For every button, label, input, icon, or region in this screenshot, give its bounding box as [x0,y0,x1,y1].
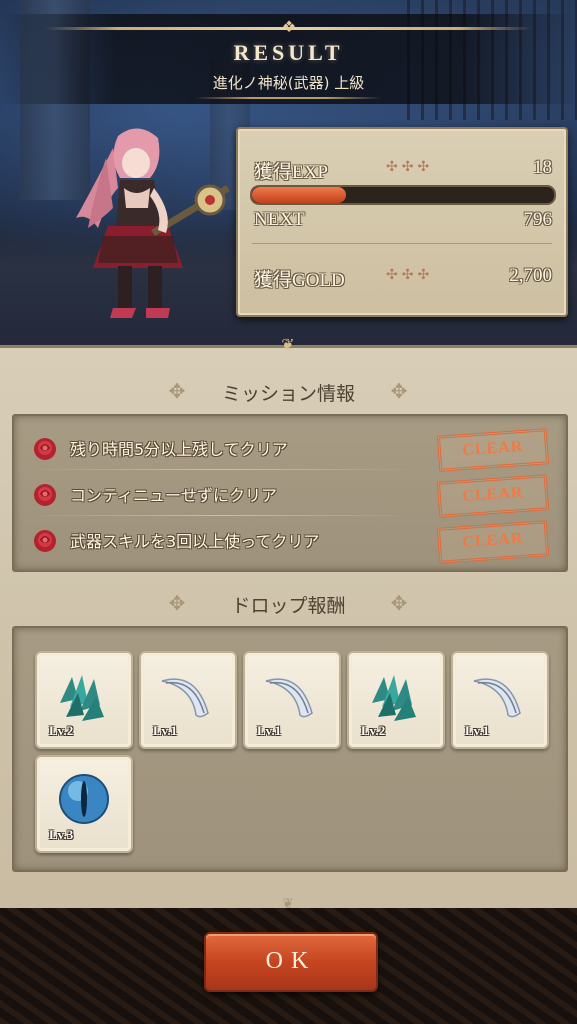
stage-name: 進化ノ神秘(武器) 上級 [212,74,365,92]
drop-heading: ドロップ報酬 [231,595,346,617]
rose-icon [34,530,56,552]
gold-cross-ornament-icon: ✣✣✣ [386,268,434,283]
result-title: RESULT [233,40,344,65]
divider-ornament-icon: ❦ [281,335,295,354]
gold-label: 獲得GOLD [254,270,345,291]
exp-progress-fill [252,187,346,203]
feather-icon [161,678,209,718]
mission-item: 武器スキルを3回以上使ってクリア CLEAR [14,518,566,564]
mission-text: コンティニューせずにクリア [70,486,278,505]
drop-item[interactable]: Lv.2 [35,651,133,749]
clear-stamp: CLEAR [436,520,550,564]
item-level: Lv.1 [465,723,490,738]
clear-stamp: CLEAR [436,428,550,472]
drop-item[interactable]: Lv.2 [347,651,445,749]
mission-text: 残り時間5分以上残してクリア [70,440,288,459]
mission-list: 残り時間5分以上残してクリア CLEAR コンティニューせずにクリア CLEAR… [12,414,568,572]
mission-item: 残り時間5分以上残してクリア CLEAR [14,426,566,472]
result-stats-panel: 獲得EXP ✣✣✣ 18 NEXT 796 獲得GOLD ✣✣✣ 2,700 [236,127,568,317]
drop-item[interactable]: Lv.1 [451,651,549,749]
exp-progress-bar [250,185,556,205]
title-ornament-icon: ❖ [281,17,297,36]
rose-icon [34,484,56,506]
clover-ornament-icon: ✥ [390,591,408,615]
feather-icon [265,678,313,718]
stats-divider [252,243,552,244]
clover-ornament-icon: ✥ [390,379,408,403]
next-value: 796 [523,209,553,230]
mission-item: コンティニューせずにクリア CLEAR [14,472,566,518]
crystal-scale-icon [60,675,104,721]
clear-stamp: CLEAR [436,474,550,518]
item-level: Lv.1 [257,723,282,738]
item-level: Lv.1 [153,723,178,738]
drop-item[interactable]: Lv.3 [35,755,133,853]
item-level: Lv.2 [361,723,386,738]
drop-item[interactable]: Lv.1 [243,651,341,749]
next-label: NEXT [254,209,305,230]
character-sprite [76,128,230,318]
exp-label: 獲得EXP [254,162,328,183]
mission-heading: ミッション情報 [221,383,355,405]
exp-value: 18 [533,157,552,178]
rose-icon [34,438,56,460]
item-level: Lv.2 [49,723,74,738]
crystal-scale-icon [372,675,416,721]
title-line-bottom [195,97,382,99]
drop-item[interactable]: Lv.1 [139,651,237,749]
eye-orb-icon [59,774,109,824]
mission-text: 武器スキルを3回以上使ってクリア [70,532,320,551]
gold-value: 2,700 [509,265,552,286]
item-level: Lv.3 [49,827,74,842]
exp-cross-ornament-icon: ✣✣✣ [386,160,434,175]
feather-icon [473,678,521,718]
ok-button[interactable]: OK [204,932,378,992]
